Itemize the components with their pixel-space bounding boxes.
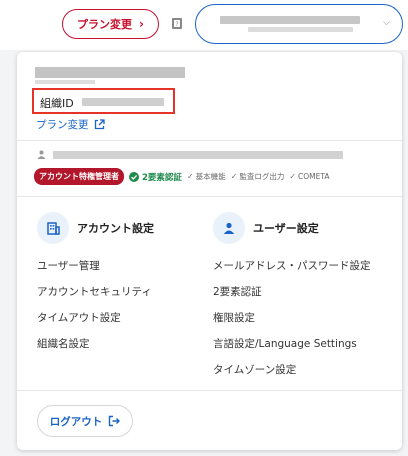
logout-button[interactable]: ログアウト [37, 405, 133, 437]
feature-cometa-label: COMETA [298, 172, 330, 181]
plan-change-link[interactable]: プラン変更 [36, 117, 105, 132]
divider [17, 390, 402, 391]
check-circle-icon [129, 171, 139, 182]
account-dropdown-panel: 組織ID プラン変更 アカウント特権管理者 2要素認証 ✓ 基本機能 ✓ 監査ロ… [17, 52, 402, 450]
menu-item-permissions[interactable]: 権限設定 [213, 305, 371, 331]
plan-change-link-label: プラン変更 [36, 119, 89, 131]
menu-item-two-factor[interactable]: 2要素認証 [213, 279, 371, 305]
menu-item-timeout-settings[interactable]: タイムアウト設定 [37, 305, 152, 331]
two-factor-badge: 2要素認証 [129, 171, 182, 183]
building-icon [37, 212, 69, 244]
person-icon [213, 212, 245, 244]
organization-name-redacted [35, 67, 185, 78]
user-settings-header: ユーザー設定 [213, 212, 319, 244]
account-name-redacted [220, 16, 360, 24]
check-icon: ✓ [289, 172, 297, 181]
divider [17, 196, 402, 197]
divider [17, 140, 402, 141]
menu-item-email-password[interactable]: メールアドレス・パスワード設定 [213, 253, 371, 279]
user-settings-list: メールアドレス・パスワード設定 2要素認証 権限設定 言語設定/Language… [213, 253, 371, 383]
feature-audit-log: ✓ 監査ログ出力 [231, 171, 285, 182]
account-settings-title: アカウント設定 [77, 222, 154, 235]
user-email-redacted [53, 150, 343, 159]
top-bar: プラン変更 › ? ⌵ [0, 0, 408, 50]
organization-subname-redacted [35, 80, 95, 84]
menu-item-organization-name[interactable]: 組織名設定 [37, 331, 152, 357]
person-icon [37, 150, 46, 159]
user-badges: アカウント特権管理者 2要素認証 ✓ 基本機能 ✓ 監査ログ出力 ✓ COMET… [34, 168, 330, 185]
external-link-icon [94, 119, 105, 130]
logout-button-label: ログアウト [49, 415, 103, 428]
feature-basic: ✓ 基本機能 [187, 171, 226, 182]
account-detail-redacted [248, 27, 353, 32]
chevron-down-icon: ⌵ [383, 18, 390, 28]
organization-id-highlight: 組織ID [32, 88, 175, 114]
feature-cometa: ✓ COMETA [289, 172, 329, 181]
check-icon: ✓ [186, 172, 194, 181]
organization-id-value-redacted [82, 98, 164, 106]
feature-basic-label: 基本機能 [195, 172, 226, 181]
feature-audit-log-label: 監査ログ出力 [239, 172, 285, 181]
plan-change-button-label: プラン変更 [77, 18, 133, 31]
account-settings-header: アカウント設定 [37, 212, 154, 244]
user-settings-title: ユーザー設定 [253, 222, 319, 235]
menu-item-language[interactable]: 言語設定/Language Settings [213, 331, 371, 357]
menu-item-account-security[interactable]: アカウントセキュリティ [37, 279, 152, 305]
logout-icon [109, 415, 121, 427]
plan-change-button[interactable]: プラン変更 › [62, 9, 159, 39]
account-settings-list: ユーザー管理 アカウントセキュリティ タイムアウト設定 組織名設定 [37, 253, 152, 357]
user-info-row [37, 150, 343, 159]
check-icon: ✓ [230, 172, 238, 181]
account-switcher[interactable]: ⌵ [195, 4, 403, 44]
role-badge: アカウント特権管理者 [34, 168, 124, 185]
menu-item-user-management[interactable]: ユーザー管理 [37, 253, 152, 279]
help-book-icon[interactable]: ? [171, 17, 184, 30]
two-factor-badge-label: 2要素認証 [142, 172, 182, 183]
organization-id-label: 組織ID [40, 97, 74, 110]
chevron-right-icon: › [139, 17, 144, 31]
menu-item-timezone[interactable]: タイムゾーン設定 [213, 357, 371, 383]
svg-text:?: ? [175, 21, 178, 28]
